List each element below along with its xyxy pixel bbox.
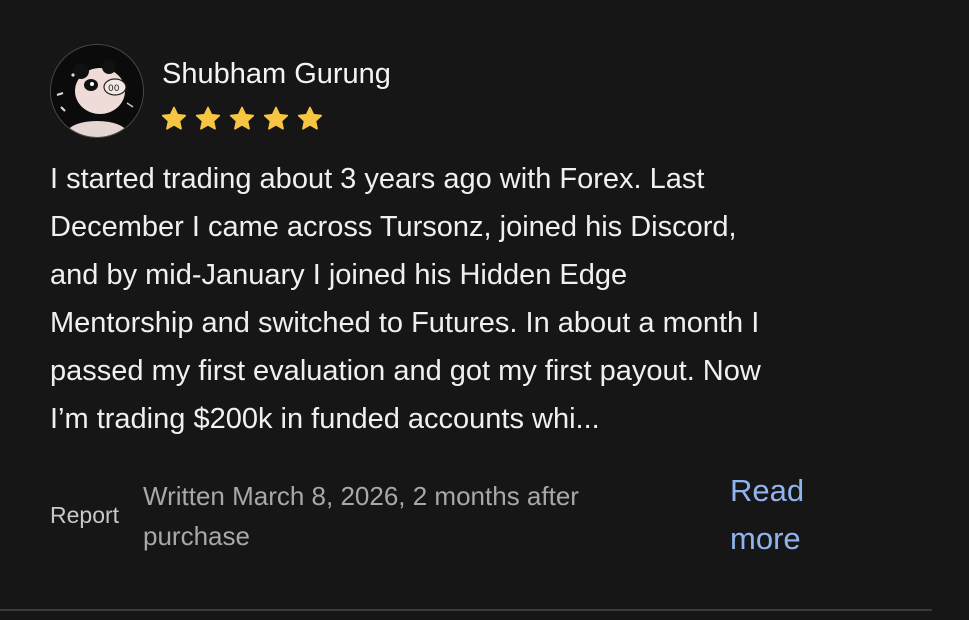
star-icon bbox=[263, 106, 289, 130]
star-icon bbox=[161, 106, 187, 130]
review-text-line: and by mid-January I joined his Hidden E… bbox=[50, 259, 628, 291]
divider bbox=[0, 609, 932, 611]
read-more-label-line: more bbox=[730, 521, 801, 556]
reviewer-avatar[interactable]: 00 bbox=[50, 44, 144, 138]
panda-avatar-icon: 00 bbox=[51, 45, 143, 137]
review-text-line: I started trading about 3 years ago with… bbox=[50, 163, 705, 195]
star-rating bbox=[160, 105, 324, 133]
review-text-line: Mentorship and switched to Futures. In a… bbox=[50, 307, 760, 339]
star-icon bbox=[229, 106, 255, 130]
review-card: 00 Shubham Gurung I started trading abou… bbox=[0, 0, 969, 620]
read-more-link[interactable]: Read more bbox=[730, 467, 880, 563]
review-text-line: I’m trading $200k in funded accounts whi… bbox=[50, 403, 600, 435]
svg-text:00: 00 bbox=[108, 84, 120, 94]
written-date-line: purchase bbox=[143, 521, 250, 551]
reviewer-name: Shubham Gurung bbox=[162, 58, 391, 90]
report-link[interactable]: Report bbox=[50, 499, 119, 531]
written-date-line: Written March 8, 2026, 2 months after bbox=[143, 481, 579, 511]
review-text-line: December I came across Tursonz, joined h… bbox=[50, 211, 737, 243]
review-text-line: passed my first evaluation and got my fi… bbox=[50, 355, 761, 387]
review-body: I started trading about 3 years ago with… bbox=[50, 155, 890, 443]
star-icon bbox=[297, 106, 323, 130]
written-date: Written March 8, 2026, 2 months after pur… bbox=[143, 476, 703, 556]
star-icon bbox=[195, 106, 221, 130]
read-more-label-line: Read bbox=[730, 473, 805, 508]
